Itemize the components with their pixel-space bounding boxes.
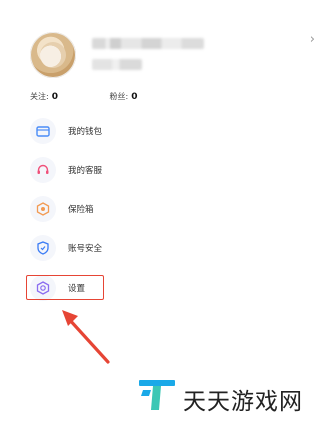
menu-label-customer-service: 我的客服 — [68, 166, 103, 176]
menu-item-safe[interactable]: 保险箱 — [30, 196, 150, 222]
headset-icon — [30, 157, 56, 183]
chevron-right-icon[interactable]: › — [310, 32, 315, 48]
pointer-arrow-icon — [62, 310, 110, 364]
watermark-logo-icon — [139, 380, 175, 410]
fans-count: 0 — [131, 92, 138, 102]
avatar[interactable] — [30, 32, 76, 78]
menu-item-wallet[interactable]: 我的钱包 — [30, 118, 150, 144]
following-label: 关注: — [30, 92, 49, 101]
following-stat[interactable]: 关注: 0 — [30, 91, 58, 102]
menu-item-customer-service[interactable]: 我的客服 — [30, 157, 150, 183]
menu-label-wallet: 我的钱包 — [68, 127, 103, 137]
username-redacted — [92, 38, 204, 49]
menu-item-account-security[interactable]: 账号安全 — [30, 235, 150, 261]
profile-header[interactable]: › — [30, 32, 315, 80]
fans-label: 粉丝: — [109, 92, 129, 101]
shield-icon — [30, 235, 56, 261]
watermark-text: 天天游戏网 — [183, 389, 303, 415]
fans-stat[interactable]: 粉丝: 0 — [110, 91, 138, 102]
safe-icon — [30, 196, 56, 222]
menu-label-safe: 保险箱 — [68, 205, 94, 215]
site-watermark: 天天游戏网 — [135, 378, 325, 415]
settings-highlight-box — [26, 275, 104, 300]
menu-label-account-security: 账号安全 — [68, 244, 103, 254]
user-id-redacted — [92, 59, 142, 70]
follow-stats: 关注: 0 粉丝: 0 — [30, 91, 137, 102]
following-count: 0 — [51, 92, 58, 102]
avatar-image — [40, 42, 66, 68]
wallet-icon — [30, 118, 56, 144]
